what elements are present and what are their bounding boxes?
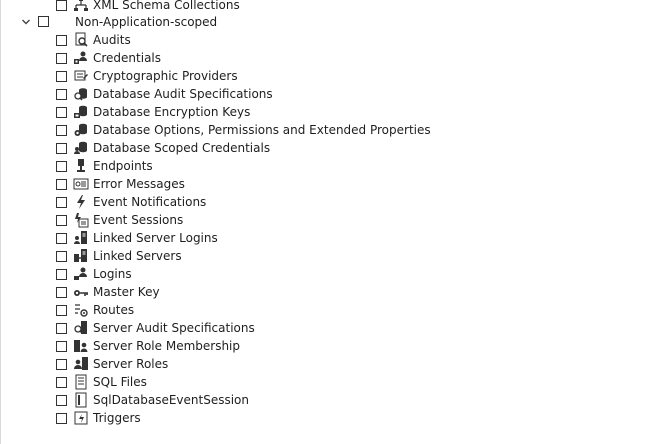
sql-file-icon (73, 374, 89, 390)
tree-item[interactable]: Event Notifications (56, 193, 206, 211)
tree-item-label: Linked Servers (93, 249, 182, 263)
checkbox[interactable] (56, 52, 67, 64)
trigger-icon (73, 410, 89, 426)
tree-item[interactable]: Cryptographic Providers (56, 67, 238, 85)
tree-item[interactable]: Database Scoped Credentials (56, 139, 270, 157)
tree-item-label: Database Encryption Keys (93, 105, 251, 119)
checkbox[interactable] (56, 0, 67, 11)
tree-item-label: Logins (93, 267, 132, 281)
event-session-icon (73, 212, 89, 228)
checkbox[interactable] (56, 250, 67, 262)
db-encryption-key-icon (73, 104, 89, 120)
tree-item[interactable]: Event Sessions (56, 211, 183, 229)
checkbox[interactable] (56, 88, 67, 100)
tree-item[interactable]: Master Key (56, 283, 160, 301)
compare-options-tree: XML Schema Collections Non-Application-s… (0, 0, 658, 444)
checkbox[interactable] (38, 16, 49, 27)
audit-icon (73, 32, 89, 48)
tree-item-label: Error Messages (93, 177, 185, 191)
server-audit-spec-icon (73, 320, 89, 336)
tree-item-label: Cryptographic Providers (93, 69, 238, 83)
tree-item-label: Database Scoped Credentials (93, 141, 271, 155)
tree-item-label: Database Audit Specifications (93, 87, 273, 101)
tree-item-label: Credentials (93, 51, 162, 65)
tree-item-label: Event Notifications (93, 195, 207, 209)
tree-item[interactable]: Error Messages (56, 175, 185, 193)
tree-item[interactable]: Server Audit Specifications (56, 319, 255, 337)
tree-item-label: SqlDatabaseEventSession (93, 393, 249, 407)
tree-item[interactable]: Database Options, Permissions and Extend… (56, 121, 431, 139)
checkbox[interactable] (56, 394, 67, 406)
tree-item[interactable]: Server Roles (56, 355, 168, 373)
checkbox[interactable] (56, 322, 67, 334)
tree-item[interactable]: Database Encryption Keys (56, 103, 250, 121)
checkbox[interactable] (56, 214, 67, 226)
checkbox[interactable] (56, 268, 67, 280)
server-role-icon (73, 356, 89, 372)
checkbox[interactable] (56, 232, 67, 244)
checkbox[interactable] (56, 34, 67, 46)
tree-item[interactable]: Endpoints (56, 157, 153, 175)
tree-item-label: Triggers (93, 411, 141, 425)
checkbox[interactable] (56, 286, 67, 298)
tree-item[interactable]: Database Audit Specifications (56, 85, 273, 103)
checkbox[interactable] (56, 70, 67, 82)
sql-db-event-session-icon (73, 392, 89, 408)
tree-item-label: Routes (93, 303, 135, 317)
master-key-icon (73, 284, 89, 300)
tree-item[interactable]: Linked Server Logins (56, 229, 218, 247)
event-notification-icon (73, 194, 89, 210)
checkbox[interactable] (56, 178, 67, 190)
tree-item[interactable]: Logins (56, 265, 132, 283)
schema-icon (73, 0, 89, 13)
tree-item-label: Server Audit Specifications (93, 321, 255, 335)
checkbox[interactable] (56, 160, 67, 172)
db-options-icon (73, 122, 89, 138)
linked-server-icon (73, 248, 89, 264)
tree-item-label: Database Options, Permissions and Extend… (93, 123, 431, 137)
tree-item-label: Server Role Membership (93, 339, 241, 353)
tree-item-label: Event Sessions (93, 213, 184, 227)
tree-item-label: SQL Files (93, 375, 147, 389)
credential-icon (73, 50, 89, 66)
tree-item[interactable]: Linked Servers (56, 247, 182, 265)
checkbox[interactable] (56, 412, 67, 424)
error-message-icon (73, 176, 89, 192)
checkbox[interactable] (56, 106, 67, 118)
panel-border (0, 0, 1, 444)
login-icon (73, 266, 89, 282)
checkbox[interactable] (56, 142, 67, 154)
tree-item[interactable]: Triggers (56, 409, 141, 427)
checkbox[interactable] (56, 358, 67, 370)
chevron-down-icon[interactable] (20, 16, 32, 28)
tree-item[interactable]: Credentials (56, 49, 161, 67)
tree-item[interactable]: Server Role Membership (56, 337, 240, 355)
crypto-provider-icon (73, 68, 89, 84)
tree-item-label: XML Schema Collections (93, 0, 240, 12)
linked-server-login-icon (73, 230, 89, 246)
tree-item-label: Master Key (93, 285, 160, 299)
server-role-membership-icon (73, 338, 89, 354)
tree-item[interactable]: SQL Files (56, 373, 147, 391)
checkbox[interactable] (56, 196, 67, 208)
group-label: Non-Application-scoped (75, 15, 218, 29)
checkbox[interactable] (56, 376, 67, 388)
checkbox[interactable] (56, 304, 67, 316)
endpoint-icon (73, 158, 89, 174)
route-icon (73, 302, 89, 318)
tree-item[interactable]: Routes (56, 301, 134, 319)
tree-item-xml-schema-collections[interactable]: XML Schema Collections (56, 0, 240, 14)
db-audit-spec-icon (73, 86, 89, 102)
db-scoped-credential-icon (73, 140, 89, 156)
tree-item-label: Linked Server Logins (93, 231, 218, 245)
tree-item-label: Server Roles (93, 357, 169, 371)
tree-group-non-application-scoped[interactable]: Non-Application-scoped (0, 13, 658, 31)
checkbox[interactable] (56, 340, 67, 352)
tree-item-label: Audits (93, 33, 131, 47)
checkbox[interactable] (56, 124, 67, 136)
tree-item[interactable]: Audits (56, 31, 131, 49)
tree-item[interactable]: SqlDatabaseEventSession (56, 391, 249, 409)
tree-item-label: Endpoints (93, 159, 153, 173)
